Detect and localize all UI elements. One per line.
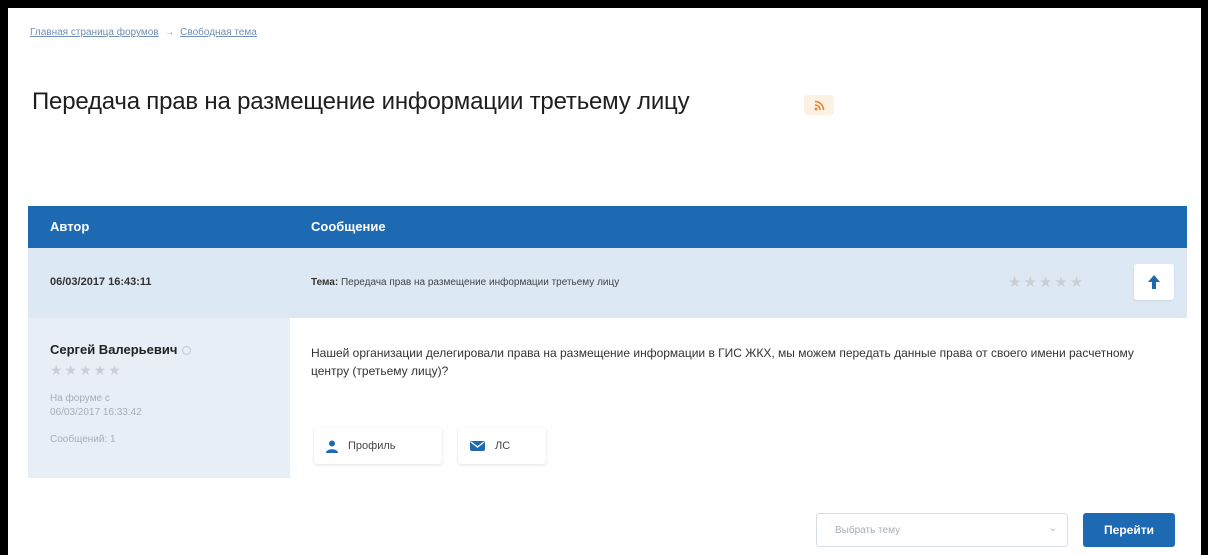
author-since-label: На форуме с bbox=[50, 393, 110, 404]
topic-select-placeholder: Выбрать тему bbox=[835, 525, 901, 536]
table-header: Автор Сообщение bbox=[28, 206, 1187, 248]
topic-table: Автор Сообщение 06/03/2017 16:43:11 Тема… bbox=[28, 206, 1187, 478]
post-date: 06/03/2017 16:43:11 bbox=[50, 276, 152, 288]
post-rating-stars[interactable]: ★★★★★ bbox=[1008, 273, 1085, 291]
author-since-date: 06/03/2017 16:33:42 bbox=[50, 407, 142, 418]
topic-select[interactable]: Выбрать тему ⌄ bbox=[816, 513, 1068, 547]
subject-text: Передача прав на размещение информации т… bbox=[340, 277, 620, 288]
author-since: На форуме с 06/03/2017 16:33:42 bbox=[50, 392, 142, 420]
profile-button[interactable]: Профиль bbox=[314, 428, 442, 464]
post-text: Нашей организации делегировали права на … bbox=[311, 346, 1134, 378]
author-message-count: Сообщений: 1 bbox=[50, 434, 116, 445]
post-meta-row: 06/03/2017 16:43:11 Тема: Передача прав … bbox=[28, 248, 1187, 318]
column-header-message: Сообщение bbox=[311, 219, 386, 234]
forum-page: Главная страница форумов → Свободная тем… bbox=[8, 8, 1201, 555]
rss-icon bbox=[814, 100, 824, 110]
breadcrumb-free-topic[interactable]: Свободная тема bbox=[180, 27, 257, 38]
mail-icon bbox=[470, 440, 485, 452]
author-column: Сергей Валерьевич ★★★★★ На форуме с 06/0… bbox=[28, 318, 290, 478]
breadcrumb-separator: → bbox=[164, 27, 175, 38]
author-name-text: Сергей Валерьевич bbox=[50, 342, 178, 357]
scroll-up-button[interactable] bbox=[1134, 264, 1174, 300]
private-message-button[interactable]: ЛС bbox=[458, 428, 546, 464]
online-status-icon bbox=[182, 346, 192, 356]
private-message-button-label: ЛС bbox=[495, 440, 511, 452]
chevron-down-icon: ⌄ bbox=[1048, 523, 1057, 534]
author-rating-stars: ★★★★★ bbox=[50, 362, 123, 378]
breadcrumb-forum-home[interactable]: Главная страница форумов bbox=[30, 27, 159, 38]
arrow-up-icon bbox=[1148, 275, 1160, 289]
go-button[interactable]: Перейти bbox=[1083, 513, 1175, 547]
author-name[interactable]: Сергей Валерьевич bbox=[50, 342, 192, 357]
post-row: Сергей Валерьевич ★★★★★ На форуме с 06/0… bbox=[28, 318, 1187, 478]
profile-button-label: Профиль bbox=[348, 440, 396, 452]
column-header-author: Автор bbox=[50, 219, 90, 234]
subject-label: Тема: bbox=[311, 277, 339, 288]
post-subject: Тема: Передача прав на размещение информ… bbox=[311, 277, 619, 288]
page-title: Передача прав на размещение информации т… bbox=[32, 88, 690, 115]
rss-button[interactable] bbox=[804, 95, 834, 115]
user-icon bbox=[326, 440, 338, 453]
breadcrumb: Главная страница форумов → Свободная тем… bbox=[30, 27, 257, 38]
